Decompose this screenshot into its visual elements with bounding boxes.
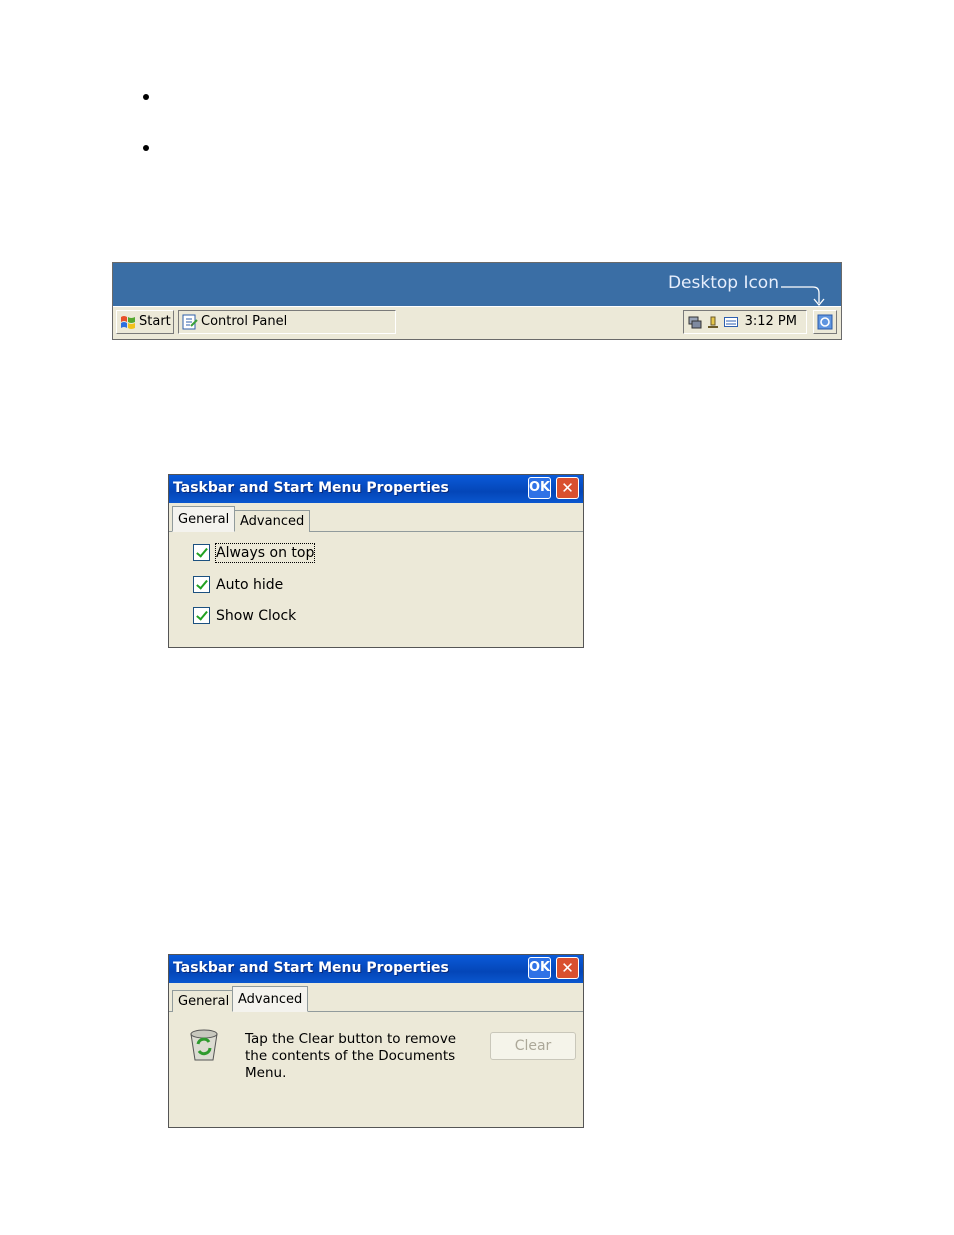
network-icon[interactable] — [688, 315, 702, 329]
taskbar-properties-dialog-advanced: Taskbar and Start Menu Properties OK ✕ G… — [168, 954, 584, 1128]
keyboard-icon[interactable] — [724, 315, 738, 329]
ok-button[interactable]: OK — [528, 477, 551, 499]
close-button[interactable]: ✕ — [556, 477, 579, 499]
clock[interactable]: 3:12 PM — [745, 311, 797, 333]
desktop-icon — [817, 314, 833, 330]
windows-logo-icon — [121, 316, 135, 329]
taskbar-properties-dialog-general: Taskbar and Start Menu Properties OK ✕ G… — [168, 474, 584, 648]
taskbar-screenshot: Desktop Icon Start Control Panel 3:12 PM — [112, 262, 842, 340]
auto-hide-checkbox[interactable] — [193, 576, 210, 593]
title-bar: Taskbar and Start Menu Properties OK ✕ — [169, 475, 583, 503]
always-on-top-label[interactable]: Always on top — [214, 543, 316, 563]
dialog-title: Taskbar and Start Menu Properties — [173, 960, 449, 976]
tab-general[interactable]: General — [172, 506, 236, 532]
start-button[interactable]: Start — [116, 310, 174, 334]
control-panel-icon — [182, 314, 198, 330]
tab-general[interactable]: General — [172, 990, 236, 1012]
title-bar: Taskbar and Start Menu Properties OK ✕ — [169, 955, 583, 983]
bullet-2 — [143, 145, 149, 151]
tab-strip: General Advanced — [169, 983, 583, 1012]
tab-advanced[interactable]: Advanced — [234, 510, 311, 532]
system-tray: 3:12 PM — [683, 310, 807, 334]
usb-icon[interactable] — [706, 315, 720, 329]
close-button[interactable]: ✕ — [556, 957, 579, 979]
dialog-title: Taskbar and Start Menu Properties — [173, 480, 449, 496]
control-panel-label: Control Panel — [201, 314, 288, 329]
clear-description: Tap the Clear button to remove the conte… — [245, 1031, 457, 1081]
clear-button[interactable]: Clear — [490, 1032, 576, 1060]
recycle-bin-icon — [190, 1029, 218, 1061]
show-clock-checkbox[interactable] — [193, 607, 210, 624]
show-clock-label[interactable]: Show Clock — [216, 607, 296, 625]
callout-arrow-icon — [781, 286, 825, 307]
control-panel-taskbar-button[interactable]: Control Panel — [178, 310, 396, 334]
taskbar: Start Control Panel 3:12 PM — [113, 306, 841, 339]
desktop-button[interactable] — [813, 310, 837, 334]
auto-hide-label[interactable]: Auto hide — [216, 576, 283, 594]
general-panel: Always on top Auto hide Show Clock — [169, 532, 583, 647]
tab-advanced[interactable]: Advanced — [232, 986, 309, 1012]
always-on-top-checkbox[interactable] — [193, 544, 210, 561]
advanced-panel: Tap the Clear button to remove the conte… — [169, 1012, 583, 1127]
start-label: Start — [139, 314, 171, 329]
ok-button[interactable]: OK — [528, 957, 551, 979]
tab-strip: General Advanced — [169, 503, 583, 532]
bullet-1 — [143, 94, 149, 100]
desktop-icon-callout: Desktop Icon — [667, 273, 779, 293]
